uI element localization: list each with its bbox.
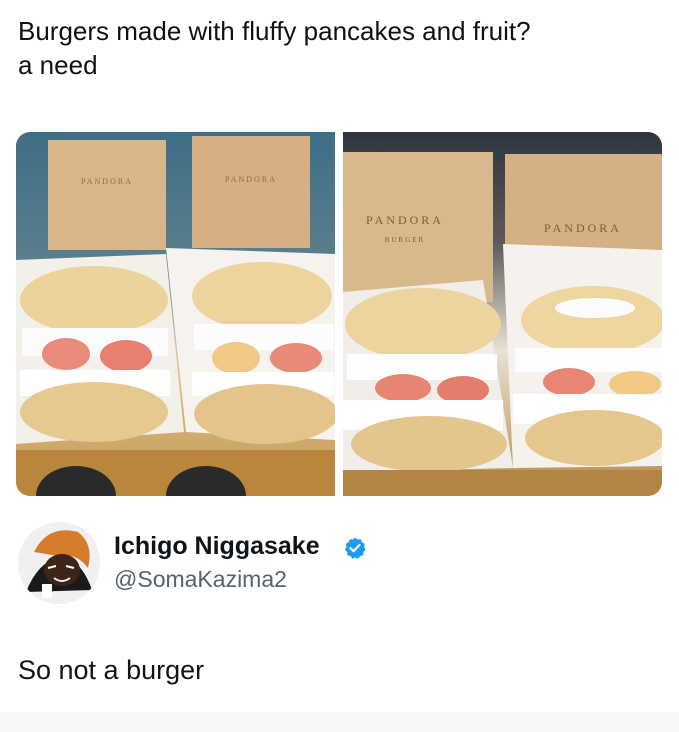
box-label-right-1: PANDORA [366,213,444,227]
bottom-divider [0,712,679,732]
box-label-right-2: PANDORA [544,221,622,235]
avatar[interactable] [18,522,100,604]
box-label-left-1: PANDORA [81,177,133,186]
verified-badge-icon [344,537,366,559]
reply-text: So not a burger [18,655,205,685]
photo-left[interactable]: PANDORA PANDORA [16,132,335,496]
post-text: Burgers made with fluffy pancakes and fr… [18,14,658,82]
reply-author[interactable]: Ichigo Niggasake @SomaKazima2 [18,522,658,608]
box-label-left-2: PANDORA [225,175,277,184]
photo-right[interactable]: PANDORA BURGER PANDORA [343,132,662,496]
media-grid[interactable]: PANDORA PANDORA PANDORA BURGER PANDORA [16,132,662,496]
display-name[interactable]: Ichigo Niggasake [114,532,320,561]
post-text-line2: a need [18,50,98,80]
post-text-line1: Burgers made with fluffy pancakes and fr… [18,16,531,46]
user-handle[interactable]: @SomaKazima2 [114,566,287,593]
box-sub-right-1: BURGER [385,236,425,244]
